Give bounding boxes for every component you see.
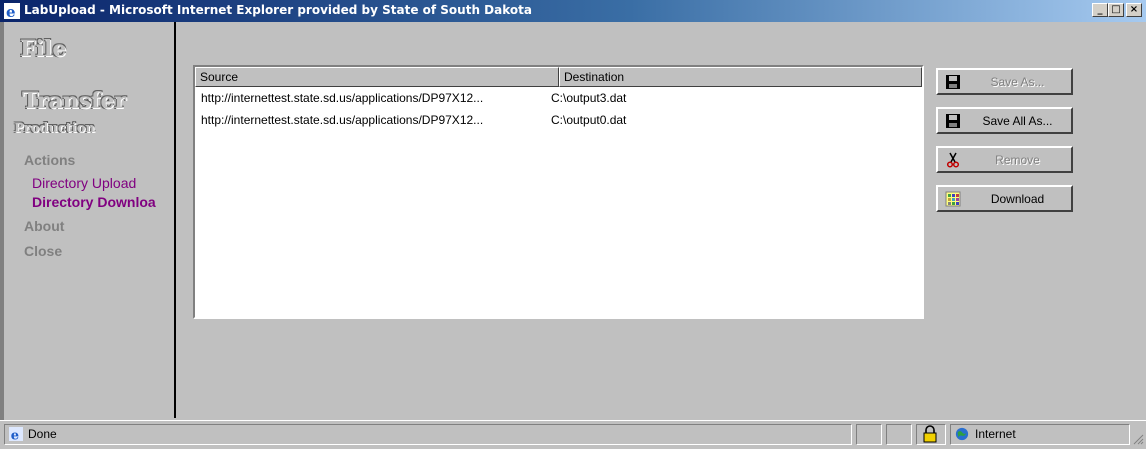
sidebar-close-link[interactable]: Close	[24, 243, 62, 259]
save-as-label: Save As...	[990, 75, 1045, 89]
transfer-list[interactable]: Source Destination http://internettest.s…	[193, 65, 924, 319]
svg-text:e: e	[11, 428, 19, 441]
save-all-as-label: Save All As...	[982, 114, 1053, 128]
brand-subtitle-production: Production	[14, 121, 95, 136]
sidebar-actions-heading[interactable]: Actions	[24, 152, 75, 168]
download-button[interactable]: Download	[936, 185, 1073, 212]
save-as-button[interactable]: Save As...	[936, 68, 1073, 95]
sidebar-link-directory-upload[interactable]: Directory Upload	[32, 175, 136, 191]
ie-logo-icon: e	[4, 3, 20, 19]
status-text: Done	[28, 427, 57, 441]
table-row-source[interactable]: http://internettest.state.sd.us/applicat…	[201, 91, 483, 105]
svg-text:e: e	[6, 3, 16, 19]
status-extra-panel	[886, 424, 912, 445]
column-header-destination[interactable]: Destination	[559, 67, 922, 87]
close-window-button[interactable]: ×	[1126, 3, 1142, 17]
sidebar-link-directory-download[interactable]: Directory Downloa	[32, 194, 170, 210]
minimize-button[interactable]: _	[1092, 3, 1108, 17]
status-progress-panel	[856, 424, 882, 445]
window-titlebar[interactable]: e LabUpload - Microsoft Internet Explore…	[0, 0, 1146, 22]
resize-grip-icon[interactable]	[1132, 433, 1144, 445]
save-all-as-button[interactable]: Save All As...	[936, 107, 1073, 134]
maximize-button[interactable]: □	[1108, 3, 1124, 17]
sidebar-about-link[interactable]: About	[24, 218, 64, 234]
floppy-disk-icon	[946, 114, 960, 128]
table-row-destination[interactable]: C:\output3.dat	[551, 91, 626, 105]
status-bar: e Done Internet	[0, 420, 1146, 449]
lock-icon	[923, 425, 937, 443]
ie-page-icon: e	[9, 427, 23, 441]
remove-label: Remove	[995, 153, 1040, 167]
table-row-source[interactable]: http://internettest.state.sd.us/applicat…	[201, 113, 483, 127]
window-title: LabUpload - Microsoft Internet Explorer …	[24, 3, 532, 17]
scissors-icon	[946, 152, 960, 168]
remove-button[interactable]: Remove	[936, 146, 1073, 173]
table-row-destination[interactable]: C:\output0.dat	[551, 113, 626, 127]
status-zone-text: Internet	[975, 427, 1016, 441]
floppy-disk-icon	[946, 75, 960, 89]
download-grid-icon	[945, 191, 961, 207]
brand-title-transfer: Transfer	[22, 88, 127, 114]
column-header-source[interactable]: Source	[195, 67, 559, 87]
globe-icon	[955, 427, 969, 441]
brand-title-file: File	[20, 36, 67, 62]
download-label: Download	[990, 192, 1045, 206]
status-text-panel	[4, 424, 852, 445]
